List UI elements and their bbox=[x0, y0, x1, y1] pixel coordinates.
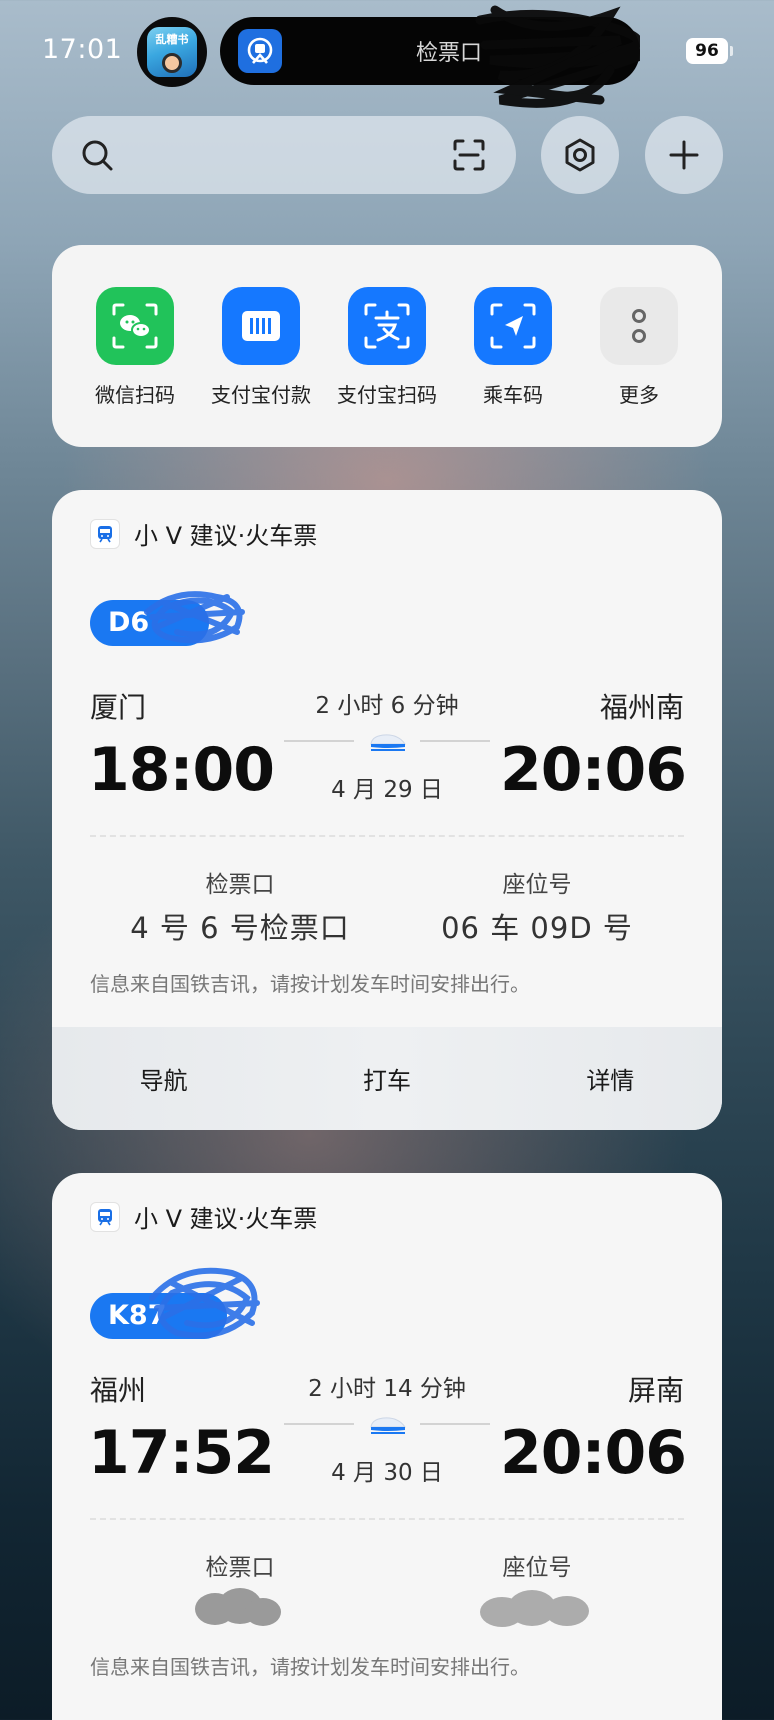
dynamic-island[interactable]: 检票口 bbox=[220, 5, 640, 108]
route-line bbox=[284, 740, 354, 742]
gate-info: 检票口 bbox=[90, 1548, 390, 1638]
shortcut-wechat-scan[interactable]: 微信扫码 bbox=[72, 287, 198, 447]
redacted-gate-value bbox=[195, 1588, 281, 1626]
seat-label: 座位号 bbox=[502, 1555, 572, 1581]
train-icon bbox=[370, 734, 406, 751]
details-button[interactable]: 详情 bbox=[499, 1061, 722, 1096]
trip-duration: 2 小时 14 分钟 bbox=[308, 1376, 466, 1402]
train-app-icon bbox=[90, 518, 120, 549]
gate-value: 4 号 6 号检票口 bbox=[130, 911, 350, 945]
scan-icon[interactable] bbox=[452, 138, 486, 172]
ticket-actions: 导航 打车 详情 bbox=[52, 1027, 722, 1130]
ticket-header: 小 V 建议·火车票 bbox=[90, 1199, 317, 1234]
redaction-scribble bbox=[475, 5, 640, 108]
travel-date: 4 月 29 日 bbox=[331, 777, 443, 803]
shortcut-label: 支付宝扫码 bbox=[337, 383, 437, 407]
shortcut-label: 支付宝付款 bbox=[211, 383, 311, 407]
app-badge-text: 乱糟书 bbox=[155, 33, 189, 46]
train-number-badge: K87 bbox=[90, 1293, 227, 1339]
ticket-header-title: 小 V 建议·火车票 bbox=[134, 522, 318, 550]
app-badge-icon: 乱糟书 bbox=[147, 27, 197, 77]
settings-button[interactable] bbox=[541, 116, 619, 194]
gate-info: 检票口 4 号 6 号检票口 bbox=[90, 865, 390, 947]
alipay-scan-icon bbox=[348, 287, 426, 365]
redacted-seat-value bbox=[480, 1590, 589, 1627]
shortcut-label: 乘车码 bbox=[483, 383, 543, 407]
gear-icon bbox=[565, 138, 595, 172]
route-line bbox=[420, 740, 490, 742]
arrival-station: 屏南 bbox=[627, 1374, 684, 1407]
train-number-badge: D6 bbox=[90, 600, 210, 646]
train-ticket-card[interactable]: 小 V 建议·火车票 D6 厦门 2 小时 6 分钟 福州南 18:00 20:… bbox=[52, 490, 722, 1130]
seat-label: 座位号 bbox=[502, 872, 572, 898]
arrival-station: 福州南 bbox=[599, 691, 684, 724]
shortcuts-card: 微信扫码 支付宝付款 支付宝扫码 乘车码 更多 bbox=[52, 245, 722, 447]
navigate-button[interactable]: 导航 bbox=[52, 1061, 275, 1096]
info-source-note: 信息来自国铁吉讯，请按计划发车时间安排出行。 bbox=[90, 1655, 530, 1679]
ticket-header-title: 小 V 建议·火车票 bbox=[134, 1205, 318, 1233]
more-icon bbox=[600, 287, 678, 365]
route-line bbox=[420, 1423, 490, 1425]
seat-value: 06 车 09D 号 bbox=[441, 911, 633, 945]
shortcut-alipay-scan[interactable]: 支付宝扫码 bbox=[324, 287, 450, 447]
gate-label: 检票口 bbox=[205, 872, 275, 898]
travel-date: 4 月 30 日 bbox=[331, 1460, 443, 1486]
seat-info: 座位号 bbox=[387, 1548, 687, 1638]
shortcut-more[interactable]: 更多 bbox=[576, 287, 702, 447]
seat-info: 座位号 06 车 09D 号 bbox=[387, 865, 687, 947]
shortcut-label: 更多 bbox=[619, 383, 659, 407]
shortcut-alipay-pay[interactable]: 支付宝付款 bbox=[198, 287, 324, 447]
search-icon bbox=[82, 140, 113, 171]
train-icon bbox=[370, 1417, 406, 1434]
train-ticket-card[interactable]: 小 V 建议·火车票 K87 福州 2 小时 14 分钟 屏南 17:52 20… bbox=[52, 1173, 722, 1720]
ticket-header: 小 V 建议·火车票 bbox=[90, 516, 317, 551]
alipay-pay-icon bbox=[222, 287, 300, 365]
route-line bbox=[284, 1423, 354, 1425]
status-time: 17:01 bbox=[42, 34, 123, 65]
search-bar[interactable] bbox=[52, 116, 516, 194]
status-bar: 17:01 乱糟书 检票口 96 bbox=[0, 0, 774, 108]
train-app-icon bbox=[90, 1201, 120, 1232]
shortcut-label: 微信扫码 bbox=[95, 383, 175, 407]
plus-icon bbox=[669, 140, 699, 170]
ride-code-icon bbox=[474, 287, 552, 365]
gate-label: 检票口 bbox=[205, 1555, 275, 1581]
battery-indicator: 96 bbox=[686, 38, 733, 64]
taxi-button[interactable]: 打车 bbox=[275, 1061, 498, 1096]
info-source-note: 信息来自国铁吉讯，请按计划发车时间安排出行。 bbox=[90, 972, 530, 996]
avatar-face-icon bbox=[162, 53, 182, 73]
add-button[interactable] bbox=[645, 116, 723, 194]
dashed-divider bbox=[90, 1518, 684, 1520]
shortcut-ride-code[interactable]: 乘车码 bbox=[450, 287, 576, 447]
island-gate-text: 检票口 bbox=[416, 41, 483, 66]
xiaohongshu-app-badge[interactable]: 乱糟书 bbox=[137, 17, 207, 87]
railway-logo-icon bbox=[238, 29, 282, 73]
dashed-divider bbox=[90, 835, 684, 837]
wechat-scan-icon bbox=[96, 287, 174, 365]
